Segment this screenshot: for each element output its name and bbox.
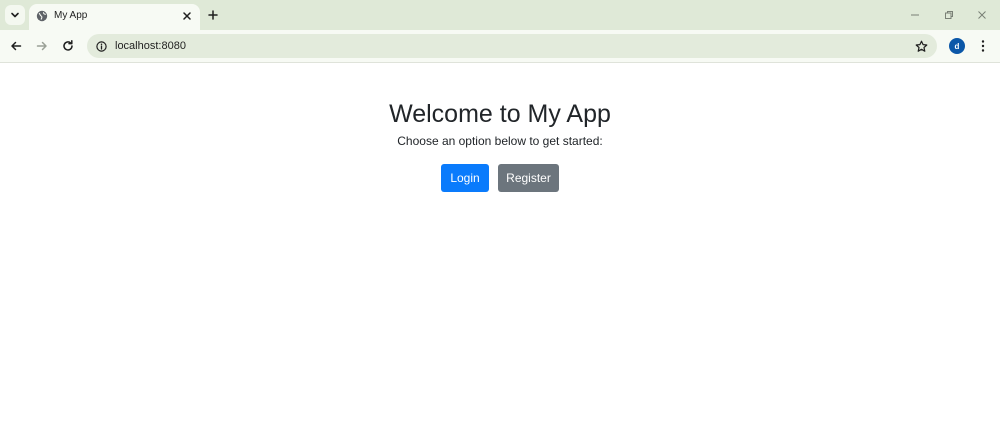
forward-button[interactable] bbox=[34, 38, 50, 54]
tab-close-button[interactable] bbox=[180, 9, 194, 23]
restore-button[interactable] bbox=[941, 7, 957, 23]
close-icon bbox=[183, 12, 191, 20]
close-window-button[interactable] bbox=[974, 7, 990, 23]
minimize-button[interactable] bbox=[907, 7, 923, 23]
new-tab-button[interactable] bbox=[205, 7, 221, 23]
back-button[interactable] bbox=[8, 38, 24, 54]
info-icon bbox=[95, 40, 107, 52]
browser-tab[interactable]: My App bbox=[29, 4, 200, 30]
restore-icon bbox=[945, 11, 953, 19]
browser-menu-button[interactable] bbox=[975, 38, 991, 54]
register-button[interactable]: Register bbox=[498, 164, 559, 192]
chevron-down-icon bbox=[11, 12, 19, 18]
tab-title: My App bbox=[54, 10, 88, 21]
reload-button[interactable] bbox=[60, 38, 76, 54]
globe-icon bbox=[36, 10, 48, 22]
tab-strip: My App bbox=[0, 0, 1000, 30]
kebab-menu-icon bbox=[981, 40, 985, 52]
bookmark-button[interactable] bbox=[913, 38, 929, 54]
reload-icon bbox=[63, 40, 73, 51]
page-subtitle: Choose an option below to get started: bbox=[397, 134, 603, 148]
site-info-button[interactable] bbox=[94, 39, 108, 53]
plus-icon bbox=[208, 10, 218, 20]
page-title: Welcome to My App bbox=[389, 100, 611, 128]
tab-search-button[interactable] bbox=[5, 5, 25, 25]
arrow-left-icon bbox=[11, 41, 22, 51]
login-button[interactable]: Login bbox=[441, 164, 489, 192]
url-text[interactable]: localhost:8080 bbox=[115, 40, 186, 52]
address-bar[interactable]: localhost:8080 bbox=[87, 34, 937, 58]
profile-avatar[interactable]: d bbox=[949, 38, 965, 54]
page-content: Welcome to My App Choose an option below… bbox=[0, 64, 1000, 431]
arrow-right-icon bbox=[36, 41, 47, 51]
star-icon bbox=[915, 40, 927, 52]
minimize-icon bbox=[911, 14, 919, 16]
browser-toolbar: localhost:8080 d bbox=[0, 30, 1000, 63]
close-icon bbox=[978, 11, 986, 19]
